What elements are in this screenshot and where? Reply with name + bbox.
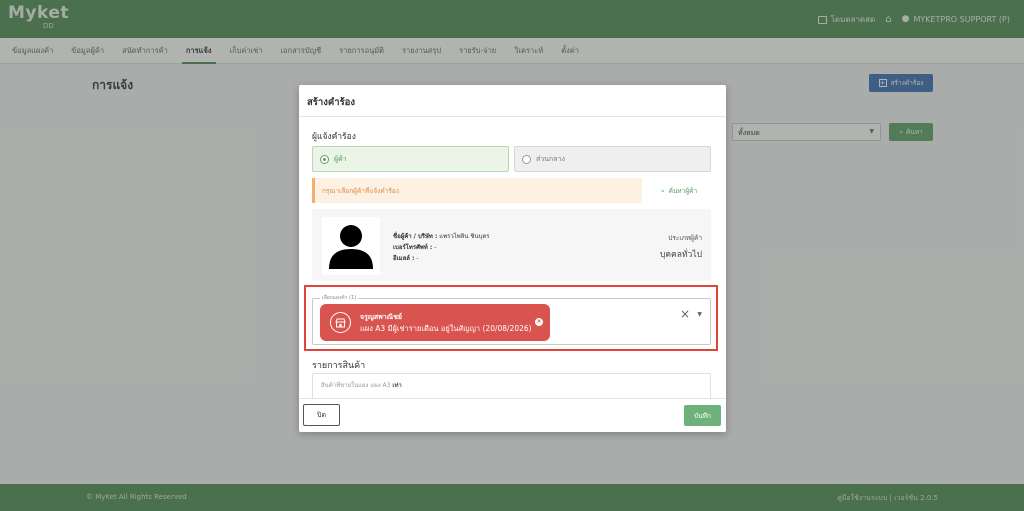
- modal-title: สร้างคำร้อง: [299, 85, 726, 117]
- find-tenant-link[interactable]: ⌕ ค้นหาผู้ค้า: [661, 186, 697, 196]
- tenant-phone-row: เบอร์โทรศัพท์ : -: [393, 244, 437, 251]
- create-request-modal: สร้างคำร้อง ผู้แจ้งคำร้อง ผู้ค้า ส่วนกลา…: [299, 85, 726, 432]
- chevron-down-icon[interactable]: ▼: [697, 311, 702, 318]
- tenant-card: ชื่อผู้ค้า / บริษัท : แพรวไพลิน ชินบุตร …: [312, 209, 711, 281]
- products-label: รายการสินค้า: [312, 361, 366, 371]
- radio-central[interactable]: ส่วนกลาง: [514, 146, 711, 172]
- booth-select-legend: เลือกแผงค้า (1): [320, 294, 359, 302]
- close-button[interactable]: ปิด: [303, 404, 340, 426]
- close-icon[interactable]: ×: [680, 308, 690, 320]
- modal-footer: ปิด บันทึก: [299, 398, 726, 432]
- radio-tenant[interactable]: ผู้ค้า: [312, 146, 509, 172]
- avatar: [322, 217, 380, 275]
- tenant-phone: -: [434, 244, 437, 251]
- save-button[interactable]: บันทึก: [684, 405, 721, 426]
- shop-icon: [330, 312, 351, 333]
- close-circle-icon[interactable]: ×: [535, 318, 543, 326]
- radio-unchecked-icon: [522, 154, 531, 164]
- tenant-name: แพรวไพลิน ชินบุตร: [439, 233, 490, 240]
- tenant-type-value: บุคคลทั่วไป: [659, 250, 702, 260]
- find-tenant-label: ค้นหาผู้ค้า: [668, 187, 698, 195]
- chip-subtitle: แผง A3 มีผู้เช่ารายเดือน อยู่ในสัญญา (20…: [360, 324, 532, 333]
- tenant-type-label: ประเภทผู้ค้า: [668, 234, 702, 242]
- products-hint: สินค้าที่ขายในแผง แผง A3 เท่า: [321, 382, 402, 389]
- tenant-name-row: ชื่อผู้ค้า / บริษัท : แพรวไพลิน ชินบุตร: [393, 233, 490, 240]
- tenant-info: ชื่อผู้ค้า / บริษัท : แพรวไพลิน ชินบุตร …: [393, 231, 489, 264]
- chip-title: จรูญสพาณิชย์: [360, 313, 402, 321]
- tenant-type: ประเภทผู้ค้า บุคคลทั่วไป: [660, 233, 702, 261]
- tenant-email-row: อีเมลล์ : -: [393, 255, 419, 262]
- radio-central-label: ส่วนกลาง: [536, 154, 565, 163]
- selected-booth-chip[interactable]: จรูญสพาณิชย์ แผง A3 มีผู้เช่ารายเดือน อย…: [320, 304, 550, 341]
- select-tenant-alert: กรุณาเลือกผู้ค้าที่แจ้งคำร้อง: [312, 178, 642, 203]
- requester-label: ผู้แจ้งคำร้อง: [312, 132, 356, 142]
- search-icon: ⌕: [661, 186, 665, 195]
- tenant-email: -: [416, 255, 419, 262]
- booth-select-field[interactable]: เลือกแผงค้า (1) จรูญสพาณิชย์ แผง A3 มีผู…: [312, 294, 711, 345]
- radio-checked-icon: [320, 154, 329, 164]
- radio-tenant-label: ผู้ค้า: [334, 154, 347, 163]
- person-silhouette-icon: [329, 225, 373, 269]
